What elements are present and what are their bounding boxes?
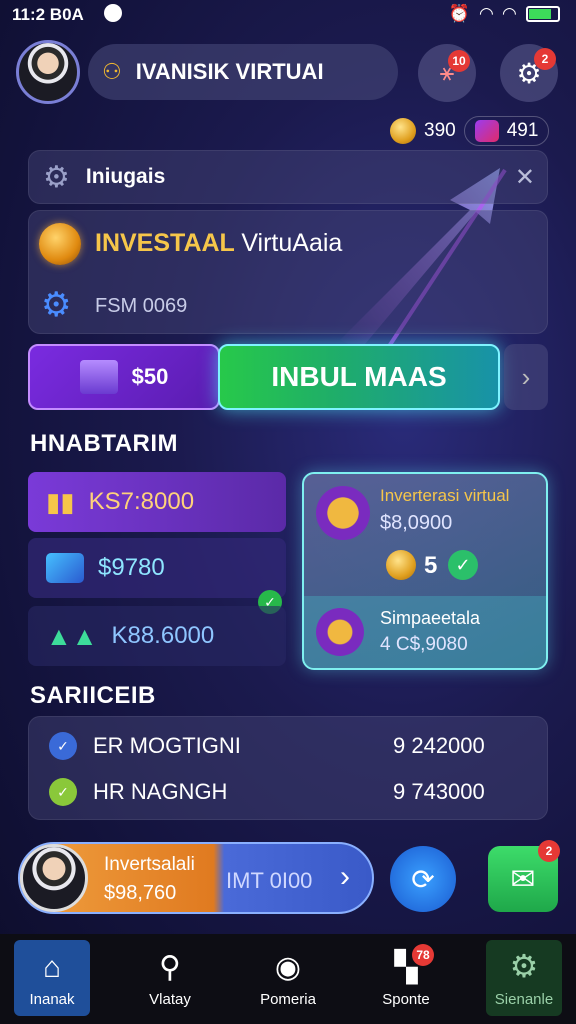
card-value: $8,0900	[380, 512, 453, 534]
username-pill[interactable]: ⚇ IVANISIK VIRTUAI	[88, 44, 398, 100]
tab-label: Sponte	[382, 991, 430, 1008]
status-bar: 11:2 B0A ⏰ ◠ ◠	[0, 0, 576, 30]
share-badge: 10	[448, 50, 470, 72]
bottom-tab-bar: ⌂ Inanak ⚲ Vlatay ◉ Pomeria ▚ Sponte 78 …	[0, 934, 576, 1024]
gear-icon: ⚙	[509, 948, 539, 984]
investment-card[interactable]: Inverterasi virtual $8,0900 5 ✓ Simpaeet…	[302, 472, 548, 670]
settings-badge: 2	[534, 48, 556, 70]
tab-label: Sienanle	[494, 991, 554, 1008]
rating-coin-icon	[386, 550, 416, 580]
service-value: 9 743000	[393, 779, 485, 804]
primary-action-label: INBUL MAAS	[271, 361, 447, 392]
notification-bar[interactable]: ⚙ Iniugais ✕	[28, 150, 548, 204]
coin-icon	[390, 118, 416, 144]
card-rating: 5	[424, 552, 438, 579]
tab-home[interactable]: ⌂ Inanak	[14, 940, 90, 1016]
user-icon: ⚇	[102, 59, 122, 84]
sub-panel-value: 4 C$,9080	[380, 634, 468, 655]
investment-title-suffix: VirtuAaia	[241, 229, 343, 257]
wifi-icon: ◠	[479, 4, 493, 23]
settings-button[interactable]: ⚙ 2	[500, 44, 558, 102]
notification-title: Iniugais	[85, 165, 166, 188]
investment-coin-icon	[39, 223, 81, 265]
tab-label: Vlatay	[149, 991, 191, 1008]
promo-avatar	[20, 844, 88, 912]
treasure-box-icon	[316, 486, 370, 540]
tab-label: Pomeria	[260, 991, 316, 1008]
promo-amount: $98,760	[104, 882, 177, 904]
alarm-clock-icon: ⏰	[448, 4, 470, 23]
card-title: Inverterasi virtual	[380, 486, 510, 505]
tab-settings[interactable]: ⚙ Sienanle	[486, 940, 562, 1016]
verified-check-icon: ✓	[448, 550, 478, 580]
services-panel: ✓ ER MOGTIGNI 9 242000 ✓ HR NAGNGH 9 743…	[28, 716, 548, 820]
refresh-icon: ⟳	[411, 863, 435, 895]
stat-value: KS7:8000	[88, 488, 195, 515]
card-sub-panel[interactable]: Simpaeetala 4 C$,9080	[304, 596, 546, 668]
signal-icon: ◠	[502, 4, 516, 23]
username: IVANISIK VIRTUAI	[135, 59, 324, 84]
tab-search[interactable]: ⚲ Vlatay	[132, 940, 208, 1016]
investment-panel[interactable]: INVESTAAL VirtuAaia ⚙ FSM 0069	[28, 210, 548, 334]
service-row[interactable]: ✓ ER MOGTIGNI 9 242000	[29, 721, 549, 771]
investment-title: INVESTAAL VirtuAaia	[95, 229, 343, 257]
mail-icon: ✉	[510, 862, 536, 896]
investment-subtitle: FSM 0069	[95, 295, 188, 317]
tab-badge: 78	[412, 944, 434, 966]
gear-icon: ⚙	[43, 160, 70, 194]
search-icon: ⚲	[159, 951, 181, 984]
service-icon-blue: ✓	[49, 732, 77, 760]
service-icon-green: ✓	[49, 778, 77, 806]
bar-chart-icon: ▮▮	[46, 486, 75, 517]
promo-pill[interactable]: Invertsalali $98,760 IMT 0I00 ›	[18, 842, 374, 914]
refresh-button[interactable]: ⟳	[390, 846, 456, 912]
service-value: 9 242000	[393, 733, 485, 758]
stat-item[interactable]: ▮▮ KS7:8000	[28, 472, 286, 532]
gem-balance[interactable]: 491	[463, 116, 550, 146]
currency-bar: 390 491	[390, 114, 562, 148]
avatar[interactable]	[16, 40, 80, 104]
gem-count: 491	[506, 120, 539, 141]
service-row[interactable]: ✓ HR NAGNGH 9 743000	[29, 767, 549, 817]
cta-next-button[interactable]: ›	[504, 344, 548, 410]
growth-chart-icon: ▲▲	[46, 620, 98, 651]
promo-action[interactable]: IMT 0I00	[226, 868, 312, 894]
coin-count: 390	[424, 120, 456, 141]
primary-action-button[interactable]: INBUL MAAS	[218, 344, 500, 410]
tab-label: Inanak	[29, 991, 75, 1008]
gem-icon	[474, 120, 499, 142]
sub-panel-icon	[316, 608, 364, 656]
stat-value: $9780	[98, 554, 165, 581]
status-time: 11:2 B0A	[12, 5, 84, 24]
gear-blue-icon: ⚙	[41, 286, 72, 324]
receipt-icon	[79, 360, 118, 394]
battery-icon	[526, 6, 560, 22]
stat-item[interactable]: ▲▲ K88.6000	[28, 606, 286, 666]
close-icon[interactable]: ✕	[515, 163, 535, 192]
target-icon: ◉	[274, 951, 302, 984]
chevron-right-icon: ›	[521, 361, 531, 392]
stat-value: K88.6000	[111, 622, 215, 649]
chevron-right-icon: ›	[340, 860, 350, 893]
promo-title: Invertsalali	[104, 854, 195, 875]
share-button[interactable]: ⚹ 10	[418, 44, 476, 102]
stat-item[interactable]: $9780	[28, 538, 286, 598]
services-heading: SARIICEIB	[30, 682, 156, 709]
system-icons: ⏰ ◠ ◠	[449, 4, 560, 24]
service-label: HR NAGNGH	[93, 779, 228, 804]
stats-heading: HNABTARIM	[30, 430, 179, 457]
alarm-icon	[104, 4, 122, 22]
wallet-icon	[46, 553, 84, 583]
service-label: ER MOGTIGNI	[93, 733, 241, 758]
home-icon: ⌂	[42, 951, 62, 984]
mail-badge: 2	[538, 840, 560, 862]
tab-promotion[interactable]: ◉ Pomeria	[250, 940, 326, 1016]
sub-panel-title: Simpaeetala	[380, 608, 481, 628]
amount-button[interactable]: $50	[28, 344, 220, 410]
cta-amount: $50	[131, 364, 169, 389]
cta-row: $50 INBUL MAAS ›	[28, 344, 548, 410]
tab-sport[interactable]: ▚ Sponte 78	[368, 940, 444, 1016]
bottom-promo: Invertsalali $98,760 IMT 0I00 › ⟳ ✉ 2	[18, 838, 560, 918]
mail-button[interactable]: ✉ 2	[488, 840, 560, 912]
